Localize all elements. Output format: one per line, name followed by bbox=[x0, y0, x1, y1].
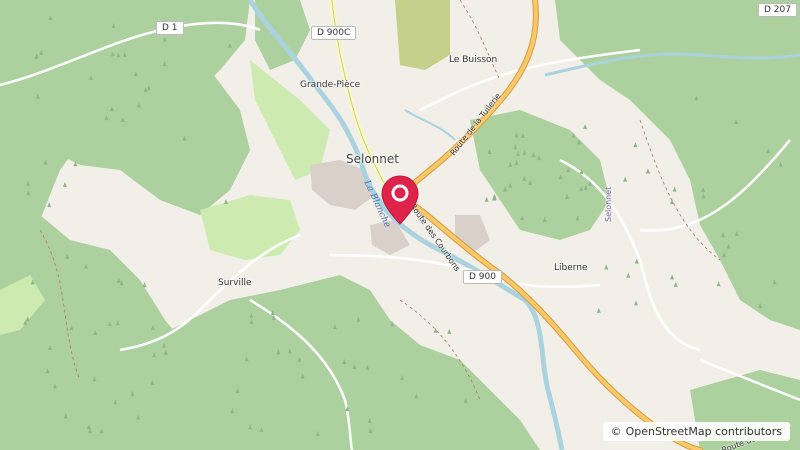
meadow-area bbox=[200, 195, 300, 260]
tree-symbol bbox=[142, 282, 147, 288]
road-shield-d1: D 1 bbox=[156, 21, 184, 35]
place-label-selonnet: Selonnet bbox=[346, 152, 399, 166]
tree-symbol bbox=[716, 281, 721, 287]
road-shield-d900c: D 900C bbox=[311, 26, 357, 40]
forest-area bbox=[255, 0, 310, 70]
road-shield-d207: D 207 bbox=[758, 3, 797, 17]
tree-symbol bbox=[447, 328, 452, 334]
trail bbox=[459, 0, 501, 81]
tree-symbol bbox=[626, 272, 631, 278]
road-shield-d900: D 900 bbox=[463, 270, 502, 284]
place-label-grande-piece: Grande-Pièce bbox=[300, 80, 361, 90]
tree-symbol bbox=[633, 142, 638, 148]
meadow-area bbox=[250, 60, 330, 180]
stream bbox=[404, 109, 456, 141]
attribution[interactable]: © OpenStreetMap contributors bbox=[602, 422, 790, 441]
forest-area bbox=[30, 60, 250, 215]
place-label-liberne: Liberne bbox=[554, 263, 588, 273]
tree-symbol bbox=[604, 264, 609, 270]
attribution-text[interactable]: OpenStreetMap contributors bbox=[626, 425, 782, 438]
place-label-le-buisson: Le Buisson bbox=[449, 55, 498, 65]
tree-symbol bbox=[673, 281, 678, 287]
place-label-selonnet-commune: Selonnet bbox=[604, 186, 613, 222]
tree-symbol bbox=[634, 258, 639, 264]
tree-symbol bbox=[645, 168, 650, 174]
tree-symbol bbox=[223, 198, 228, 204]
orchard-area bbox=[395, 0, 450, 70]
tree-symbol bbox=[634, 300, 639, 306]
tree-symbol bbox=[62, 181, 67, 187]
tree-symbol bbox=[596, 307, 601, 313]
forest-area bbox=[470, 110, 610, 240]
place-label-surville: Surville bbox=[218, 278, 252, 288]
map-pin-icon[interactable] bbox=[380, 174, 420, 230]
tree-symbol bbox=[670, 274, 675, 280]
tree-symbol bbox=[583, 123, 588, 129]
map-viewport[interactable]: Selonnet Le Buisson Grande-Pièce Survill… bbox=[0, 0, 800, 450]
forest-area bbox=[170, 275, 540, 450]
tree-symbol bbox=[670, 199, 675, 205]
tree-symbol bbox=[623, 176, 628, 182]
tree-symbol bbox=[492, 193, 497, 199]
tree-symbol bbox=[484, 196, 489, 202]
copyright-icon: © bbox=[610, 425, 622, 438]
tree-symbol bbox=[47, 202, 52, 208]
tree-symbol bbox=[672, 186, 677, 192]
